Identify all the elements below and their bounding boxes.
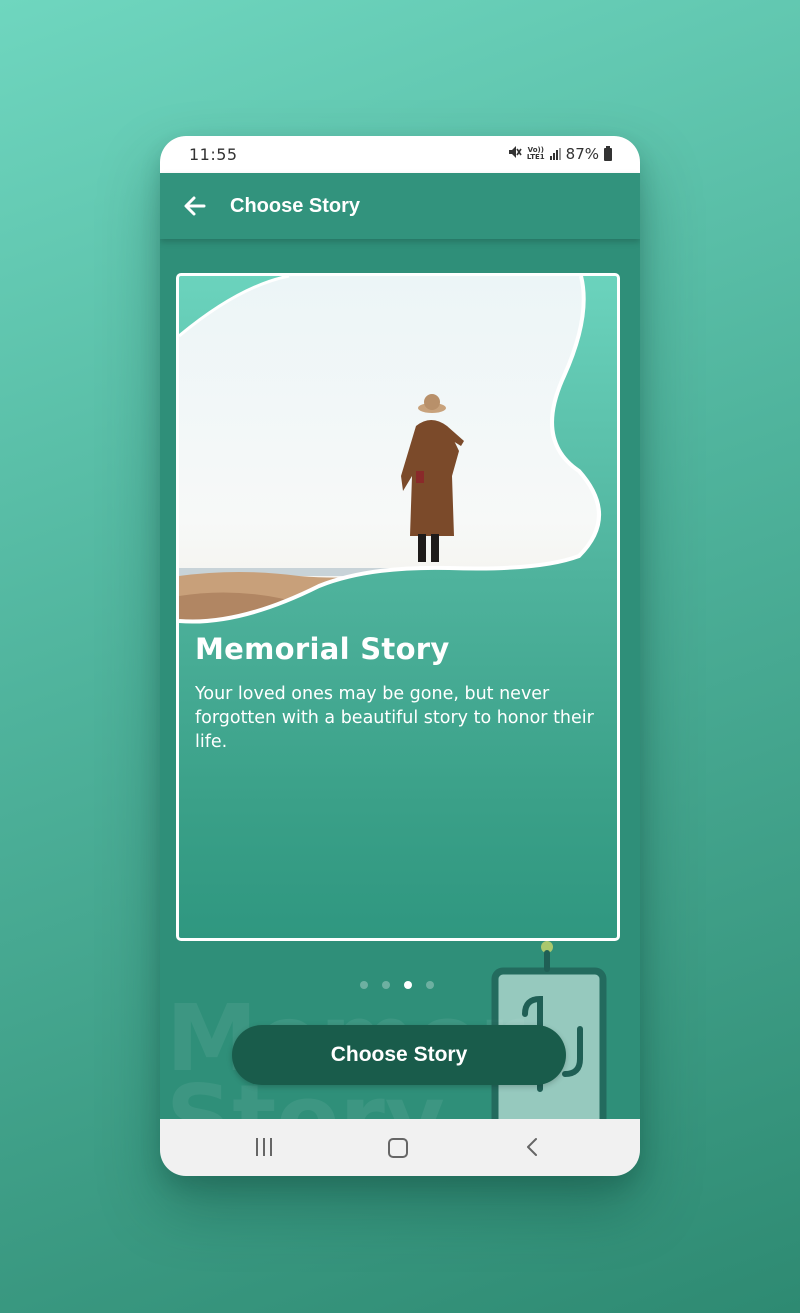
mute-icon xyxy=(508,145,522,163)
status-bar: 11:55 Vo)) LTE1 87% xyxy=(160,136,640,173)
page-title: Choose Story xyxy=(230,195,361,217)
status-time: 11:55 xyxy=(189,145,238,164)
story-description: Your loved ones may be gone, but never f… xyxy=(195,684,594,752)
phone-frame: 11:55 Vo)) LTE1 87% Choose Story Story M… xyxy=(160,136,640,1176)
battery-percent: 87% xyxy=(565,145,599,163)
story-title: Memorial Story xyxy=(195,632,450,666)
app-bar: Choose Story xyxy=(160,173,640,239)
system-nav-bar xyxy=(160,1119,640,1176)
pager-dot[interactable] xyxy=(382,981,390,989)
story-card[interactable]: Memorial Story Your loved ones may be go… xyxy=(176,273,620,941)
status-icons: Vo)) LTE1 87% xyxy=(508,145,612,163)
recent-apps-icon[interactable] xyxy=(254,1138,274,1156)
home-icon[interactable] xyxy=(388,1138,408,1158)
story-photo xyxy=(179,276,601,624)
pager-dot-active[interactable] xyxy=(404,981,412,989)
pager-dot[interactable] xyxy=(426,981,434,989)
arrow-left-icon[interactable] xyxy=(182,193,208,219)
choose-story-button[interactable]: Choose Story xyxy=(232,1025,566,1085)
story-carousel[interactable]: Memor Story xyxy=(160,239,640,1119)
back-nav-icon[interactable] xyxy=(522,1136,542,1158)
lte-label-bottom: LTE1 xyxy=(526,153,545,161)
signal-icon xyxy=(549,148,561,160)
lte-icon: Vo)) LTE1 xyxy=(527,147,545,161)
pager-dot[interactable] xyxy=(360,981,368,989)
battery-icon xyxy=(604,145,612,161)
pager-dots xyxy=(360,981,434,989)
